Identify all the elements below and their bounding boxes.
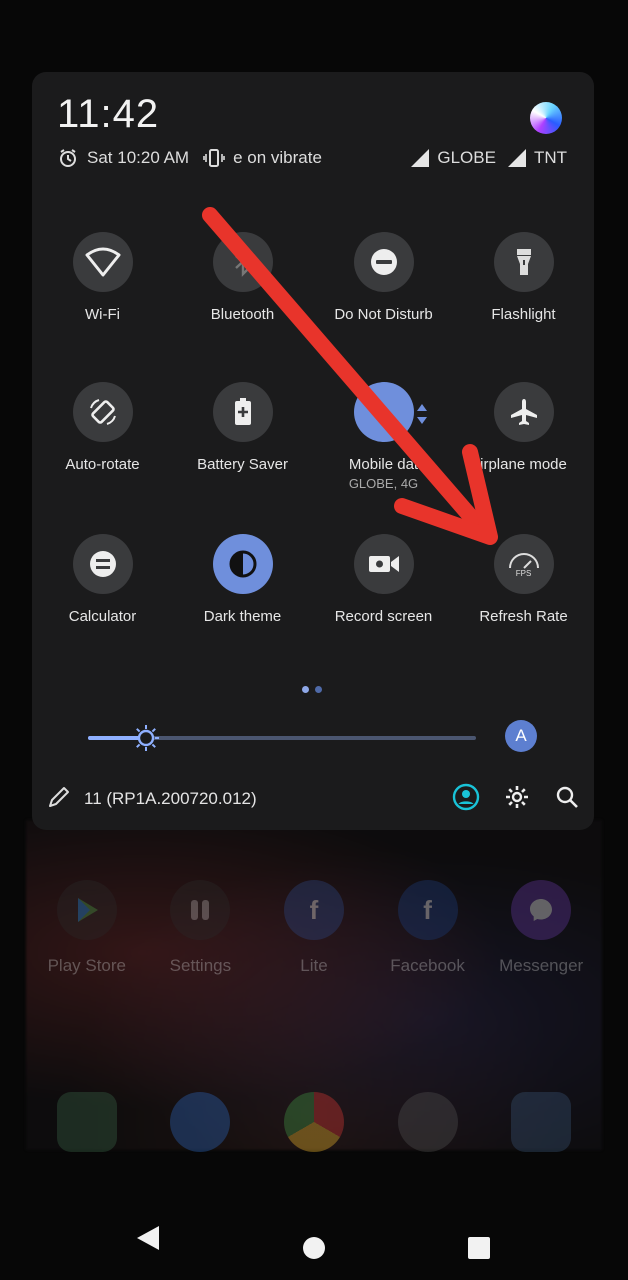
home-app-label: Settings (169, 956, 232, 975)
dock-app-messages[interactable] (150, 1092, 250, 1152)
fps-badge: FPS (515, 568, 532, 578)
back-button[interactable] (135, 1224, 161, 1257)
tile-battery-saver[interactable]: Battery Saver (172, 382, 313, 473)
alarm-time[interactable]: Sat 10:20 AM (87, 148, 189, 168)
contacts-icon (56, 1092, 117, 1152)
page-dot (315, 686, 322, 693)
tile-calculator[interactable]: Calculator (32, 534, 173, 625)
signal-icon (411, 149, 430, 167)
home-app-facebook[interactable]: f Facebook (378, 880, 478, 976)
tile-label: Dark theme (203, 608, 282, 625)
tile-airplane-mode[interactable]: irplane mode (453, 382, 594, 473)
wifi-icon (72, 232, 133, 292)
tile-label: Do Not Disturb (334, 306, 433, 323)
page-indicator (302, 686, 322, 693)
settings-app-icon (170, 880, 231, 940)
dock (0, 1092, 628, 1152)
home-app-play-store[interactable]: Play Store (37, 880, 137, 976)
home-button[interactable] (302, 1236, 326, 1265)
dark-theme-icon (212, 534, 273, 594)
tile-label: irplane mode (480, 456, 567, 473)
home-app-label: Lite (300, 956, 328, 975)
gallery-icon (511, 1092, 572, 1152)
vibrate-icon (203, 147, 225, 169)
dock-app-camera[interactable] (378, 1092, 478, 1152)
chrome-icon (283, 1092, 344, 1152)
tile-auto-rotate[interactable]: Auto-rotate (32, 382, 173, 473)
carrier-1: GLOBE (437, 148, 496, 167)
tile-label: Wi-Fi (85, 306, 120, 323)
home-app-lite[interactable]: f Lite (264, 880, 364, 976)
search-icon[interactable] (554, 784, 580, 815)
mobile-data-icon (353, 382, 414, 442)
messenger-icon (511, 880, 572, 940)
calculator-icon (72, 534, 133, 594)
alarm-icon (57, 147, 79, 169)
tile-label: Mobile dat (348, 456, 419, 473)
tile-label: Battery Saver (197, 456, 288, 473)
bluetooth-icon (212, 232, 273, 292)
clock: 11:42 (57, 92, 160, 136)
home-app-settings[interactable]: Settings (150, 880, 250, 976)
data-activity-icon (416, 404, 428, 429)
ringer-status: e on vibrate (233, 148, 322, 167)
quick-settings-panel: 11:42 Sat 10:20 AM e on vibrate GLOBE TN… (32, 72, 594, 830)
battery-saver-icon (212, 382, 273, 442)
camera-icon (397, 1092, 458, 1152)
tile-sublabel: GLOBE, 4G (348, 476, 419, 491)
tile-refresh-rate[interactable]: FPS Refresh Rate (453, 534, 594, 625)
dock-app-chrome[interactable] (264, 1092, 364, 1152)
tile-wifi[interactable]: Wi-Fi (32, 232, 173, 323)
tile-label: Record screen (334, 608, 433, 625)
home-app-label: Play Store (47, 956, 127, 975)
tile-mobile-data[interactable]: Mobile dat GLOBE, 4G (313, 382, 454, 491)
auto-brightness-button[interactable]: A (505, 720, 537, 752)
edit-icon[interactable] (46, 784, 72, 815)
page-dot-active (302, 686, 309, 693)
tile-do-not-disturb[interactable]: Do Not Disturb (313, 232, 454, 323)
tile-label: Flashlight (491, 306, 556, 323)
recents-button[interactable] (467, 1236, 491, 1265)
home-app-messenger[interactable]: Messenger (491, 880, 591, 976)
facebook-icon: f (397, 880, 458, 940)
flashlight-icon (493, 232, 554, 292)
brightness-thumb[interactable] (132, 724, 160, 752)
assistant-orb-icon[interactable] (530, 102, 562, 134)
tile-label: Auto-rotate (65, 456, 140, 473)
status-row: Sat 10:20 AM e on vibrate GLOBE TNT (57, 146, 567, 170)
tile-record-screen[interactable]: Record screen (313, 534, 454, 625)
refresh-rate-icon: FPS (493, 534, 554, 594)
dock-app-contacts[interactable] (37, 1092, 137, 1152)
auto-rotate-icon (72, 382, 133, 442)
messages-icon (170, 1092, 231, 1152)
navigation-bar (0, 1210, 628, 1280)
signal-icon (507, 149, 526, 167)
brightness-slider[interactable] (88, 725, 476, 751)
settings-icon[interactable] (504, 784, 530, 815)
tile-label: Bluetooth (210, 306, 275, 323)
carrier-2: TNT (533, 148, 567, 167)
tile-flashlight[interactable]: Flashlight (453, 232, 594, 323)
record-screen-icon (353, 534, 414, 594)
airplane-icon (493, 382, 554, 442)
quick-settings-footer: 11 (RP1A.200720.012) (46, 782, 580, 816)
play-store-icon (56, 880, 117, 940)
facebook-lite-icon: f (283, 880, 344, 940)
tile-label: Calculator (68, 608, 137, 625)
home-app-row: Play Store Settings f Lite f Facebook Me… (0, 880, 628, 976)
dock-app-gallery[interactable] (491, 1092, 591, 1152)
user-icon[interactable] (452, 783, 480, 816)
tile-label: Refresh Rate (479, 608, 568, 625)
home-app-label: Facebook (390, 956, 465, 975)
build-number[interactable]: 11 (RP1A.200720.012) (84, 789, 257, 809)
do-not-disturb-icon (353, 232, 414, 292)
tile-dark-theme[interactable]: Dark theme (172, 534, 313, 625)
brightness-icon (133, 725, 160, 751)
tile-bluetooth[interactable]: Bluetooth (172, 232, 313, 323)
home-app-label: Messenger (499, 956, 584, 975)
